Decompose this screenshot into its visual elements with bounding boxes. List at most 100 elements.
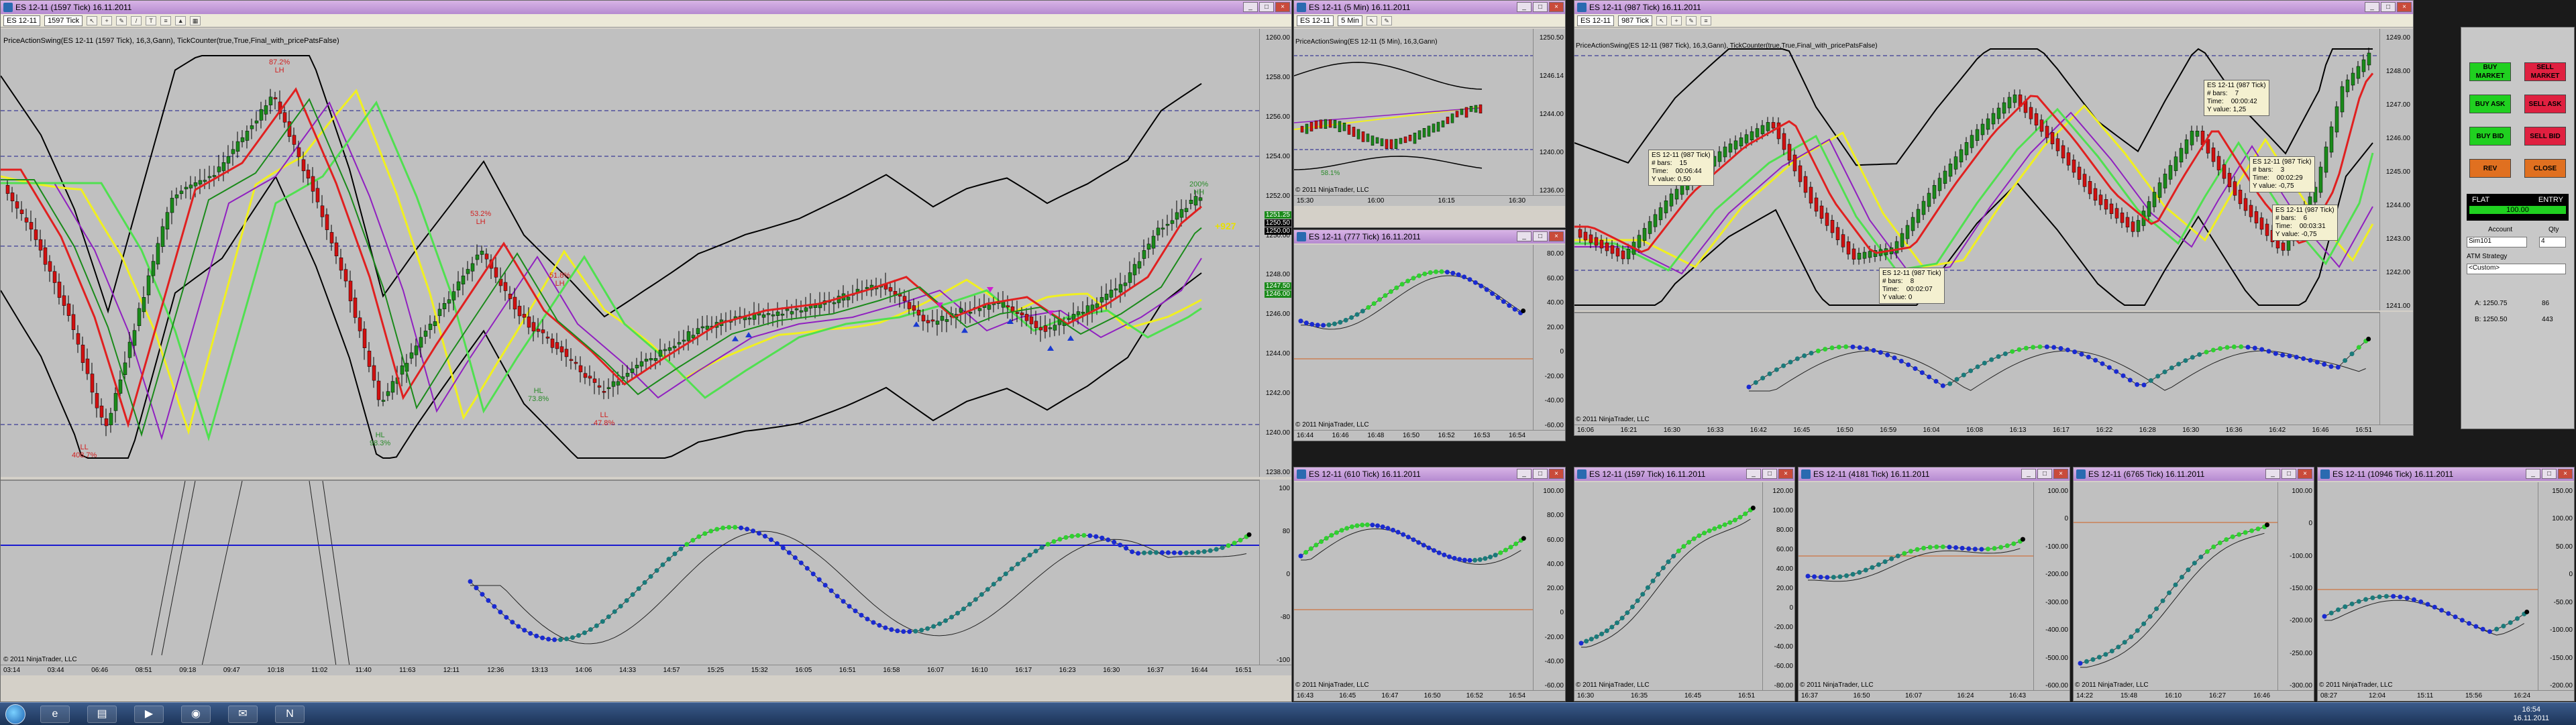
tick777-axis[interactable]: 80.00 60.00 40.00 20.00 0 -20.00 -40.00 -60.00 (1533, 245, 1565, 430)
maximize-icon[interactable]: □ (1533, 469, 1548, 479)
maximize-icon[interactable]: □ (2542, 469, 2557, 479)
interval-select[interactable]: 987 Tick (1618, 15, 1653, 26)
tick10946-osc-panel[interactable]: © 2011 NinjaTrader, LLC (2318, 482, 2538, 690)
minimize-icon[interactable]: _ (1746, 469, 1761, 479)
sell-market-button[interactable]: SELL MARKET (2524, 62, 2566, 81)
properties-icon[interactable]: ≡ (1701, 15, 1712, 25)
main-price-axis[interactable]: 1260.00 1258.00 1256.00 1254.00 1252.00 1250.… (1259, 29, 1291, 477)
close-icon[interactable]: × (1549, 231, 1564, 241)
tick4181-axis[interactable]: 100.00 0 -100.00 -200.00 -300.00 -400.00 -500.… (2033, 482, 2070, 690)
close-icon[interactable]: × (2053, 469, 2068, 479)
minimize-icon[interactable]: _ (2265, 469, 2280, 479)
maximize-icon[interactable]: □ (2282, 469, 2296, 479)
zoom-icon[interactable]: + (1671, 15, 1682, 25)
tick1597b-time-axis[interactable]: 16:30 16:35 16:45 16:51 (1574, 690, 1794, 701)
tick987-time-axis[interactable]: 16:06 16:21 16:30 16:33 16:42 16:45 16:50 16:59… (1574, 425, 2413, 435)
main-chart-titlebar[interactable]: ES 12-11 (1597 Tick) 16.11.2011 (1, 1, 1291, 14)
instrument-select[interactable]: ES 12-11 (1297, 15, 1334, 26)
account-select[interactable]: Sim101 (2467, 237, 2527, 247)
five-min-price-panel[interactable]: PriceActionSwing(ES 12-11 (5 Min), 16,3,… (1294, 29, 1533, 195)
firefox-icon[interactable]: ◉ (181, 706, 211, 723)
sell-bid-button[interactable]: SELL BID (2524, 127, 2566, 146)
tick987-price-axis[interactable]: 1249.00 1248.00 1247.00 1246.00 1245.00 1244.… (2379, 29, 2413, 311)
tick610-time-axis[interactable]: 16:43 16:45 16:47 16:50 16:52 16:54 (1294, 690, 1565, 701)
five-min-price-axis[interactable]: 1250.50 1246.14 1244.00 1240.00 1236.00 (1533, 29, 1565, 195)
cursor-icon[interactable]: ↖ (87, 15, 98, 25)
main-price-panel[interactable]: PriceActionSwing(ES 12-11 (1597 Tick), 1… (1, 29, 1259, 477)
tick777-time-axis[interactable]: 16:44 16:46 16:48 16:50 16:52 16:53 16:54 (1294, 430, 1565, 441)
indicator-icon[interactable]: ▲ (175, 15, 186, 25)
tick6765-axis[interactable]: 100.00 0 -100.00 -150.00 -200.00 -250.00 -300.… (2277, 482, 2314, 690)
close-icon[interactable]: × (1549, 469, 1564, 479)
properties-icon[interactable]: ≡ (160, 15, 172, 25)
tick987-titlebar[interactable]: ES 12-11 (987 Tick) 16.11.2011 (1574, 1, 2413, 14)
qty-input[interactable]: 4 (2539, 237, 2566, 247)
minimize-icon[interactable]: _ (2526, 469, 2540, 479)
close-icon[interactable]: × (1549, 2, 1564, 12)
five-min-time-axis[interactable]: 15:30 16:00 16:15 16:30 (1294, 195, 1565, 206)
pencil-icon[interactable]: ✎ (1381, 15, 1392, 25)
close-icon[interactable]: × (1275, 2, 1290, 12)
tick610-axis[interactable]: 100.00 80.00 60.00 40.00 20.00 0 -20.00 -40.00 -… (1533, 482, 1565, 690)
maximize-icon[interactable]: □ (1533, 231, 1548, 241)
maximize-icon[interactable]: □ (2381, 2, 2396, 12)
instrument-select[interactable]: ES 12-11 (1577, 15, 1615, 26)
outlook-icon[interactable]: ✉ (228, 706, 258, 723)
maximize-icon[interactable]: □ (1533, 2, 1548, 12)
instrument-select[interactable]: ES 12-11 (3, 15, 41, 26)
minimize-icon[interactable]: _ (1243, 2, 1258, 12)
close-icon[interactable]: × (2397, 2, 2412, 12)
maximize-icon[interactable]: □ (2037, 469, 2052, 479)
zoom-icon[interactable]: + (101, 15, 113, 25)
system-clock[interactable]: 16:54 16.11.2011 (2514, 706, 2549, 723)
interval-select[interactable]: 1597 Tick (44, 15, 83, 26)
rev-button[interactable]: REV (2469, 159, 2511, 178)
maximize-icon[interactable]: □ (1762, 469, 1777, 479)
text-tool-icon[interactable]: T (146, 15, 157, 25)
pencil-icon[interactable]: ✎ (116, 15, 127, 25)
start-button[interactable] (5, 704, 25, 724)
tick4181-time-axis[interactable]: 16:37 16:50 16:07 16:24 16:43 (1799, 690, 2070, 701)
main-osc-axis[interactable]: 100 80 0 -80 -100 (1259, 480, 1291, 665)
tick1597b-axis[interactable]: 120.00 100.00 80.00 60.00 40.00 20.00 0 -20.00 -… (1762, 482, 1794, 690)
atm-strategy-select[interactable]: <Custom> (2467, 264, 2566, 274)
buy-bid-button[interactable]: BUY BID (2469, 127, 2511, 146)
tick987-osc-panel[interactable]: © 2011 NinjaTrader, LLC (1574, 312, 2379, 425)
media-player-icon[interactable]: ▶ (134, 706, 164, 723)
tick1597b-osc-panel[interactable]: © 2011 NinjaTrader, LLC (1574, 482, 1762, 690)
minimize-icon[interactable]: _ (1517, 469, 1532, 479)
tick6765-time-axis[interactable]: 14:22 15:48 16:10 16:27 16:46 (2074, 690, 2314, 701)
main-time-axis[interactable]: 03:14 03:44 06:46 08:51 09:18 09:47 10:18 11:02… (1, 665, 1291, 675)
tick6765-osc-panel[interactable]: © 2011 NinjaTrader, LLC (2074, 482, 2277, 690)
tick610-osc-panel[interactable]: © 2011 NinjaTrader, LLC (1294, 482, 1533, 690)
tick10946-axis[interactable]: 150.00 100.00 50.00 0 -50.00 -100.00 -150.00 -2… (2538, 482, 2574, 690)
interval-select[interactable]: 5 Min (1338, 15, 1362, 26)
tick987-osc-axis[interactable] (2379, 312, 2413, 425)
buy-ask-button[interactable]: BUY ASK (2469, 95, 2511, 113)
sell-ask-button[interactable]: SELL ASK (2524, 95, 2566, 113)
line-tool-icon[interactable]: / (131, 15, 142, 25)
main-oscillator-panel[interactable]: © 2011 NinjaTrader, LLC (1, 480, 1259, 665)
cursor-icon[interactable]: ↖ (1366, 15, 1377, 25)
cursor-icon[interactable]: ↖ (1656, 15, 1668, 25)
folder-icon[interactable]: ▤ (87, 706, 117, 723)
pencil-icon[interactable]: ✎ (1686, 15, 1697, 25)
minimize-icon[interactable]: _ (2365, 2, 2379, 12)
oscillator-dot (913, 628, 918, 634)
tick10946-time-axis[interactable]: 08:27 12:04 15:11 15:56 16:24 (2318, 690, 2574, 701)
buy-market-button[interactable]: BUY MARKET (2469, 62, 2511, 81)
tick4181-osc-panel[interactable]: © 2011 NinjaTrader, LLC (1799, 482, 2033, 690)
ie-icon[interactable]: e (40, 706, 70, 723)
close-icon[interactable]: × (2298, 469, 2312, 479)
close-icon[interactable]: × (2558, 469, 2573, 479)
tick777-osc-panel[interactable]: © 2011 NinjaTrader, LLC (1294, 245, 1533, 430)
minimize-icon[interactable]: _ (2021, 469, 2036, 479)
minimize-icon[interactable]: _ (1517, 231, 1532, 241)
tick987-price-panel[interactable]: PriceActionSwing(ES 12-11 (987 Tick), 16… (1574, 29, 2379, 311)
close-icon[interactable]: × (1778, 469, 1793, 479)
minimize-icon[interactable]: _ (1517, 2, 1532, 12)
strategy-icon[interactable]: ▦ (190, 15, 201, 25)
maximize-icon[interactable]: □ (1259, 2, 1274, 12)
close-button[interactable]: CLOSE (2524, 159, 2566, 178)
ninjatrader-taskbar-icon[interactable]: N (275, 706, 305, 723)
